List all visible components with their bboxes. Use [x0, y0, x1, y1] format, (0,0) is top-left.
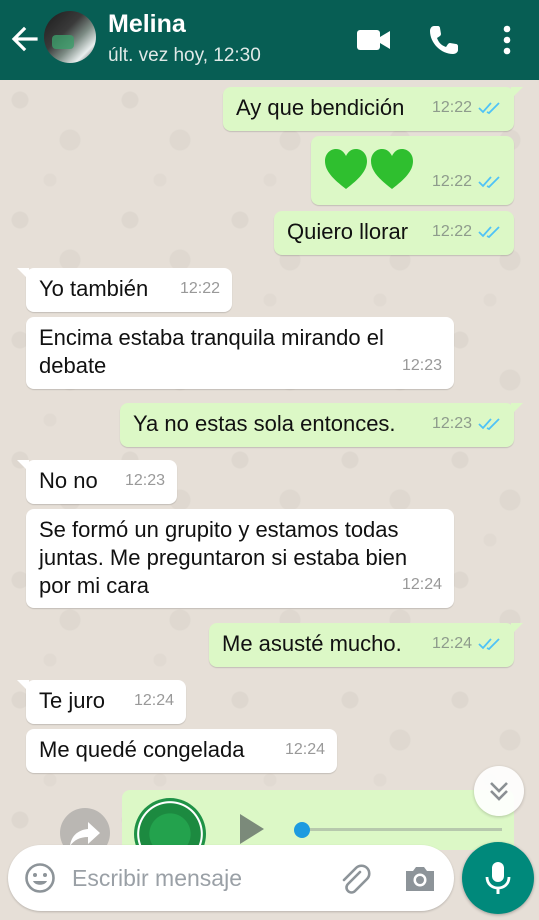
message-bubble-outgoing[interactable]: Ay que bendición 12:22: [223, 87, 523, 131]
more-vertical-icon: [503, 25, 511, 55]
message-meta: 12:24: [432, 630, 502, 658]
message-meta: 12:22: [432, 218, 502, 246]
play-icon[interactable]: [234, 812, 268, 846]
message-text: Me quedé congelada: [39, 737, 245, 762]
message-time: 12:24: [133, 692, 174, 709]
voice-progress-track[interactable]: [302, 828, 502, 831]
video-call-button[interactable]: [354, 20, 394, 60]
double-check-read-icon: [478, 418, 500, 430]
message-line: Encima estaba tranquila mirando el: [39, 325, 384, 350]
voice-call-button[interactable]: [424, 20, 464, 60]
message-time: 12:24: [431, 635, 472, 652]
message-bubble-incoming[interactable]: Se formó un grupito y estamos todas junt…: [26, 509, 454, 608]
message-time: 12:24: [401, 576, 442, 593]
message-line: por mi cara: [39, 573, 150, 598]
contact-avatar[interactable]: [44, 11, 96, 63]
contact-name[interactable]: Melina: [108, 10, 186, 39]
green-heart-icon: [371, 149, 413, 189]
message-time: 12:23: [431, 415, 472, 432]
overflow-menu-button[interactable]: [490, 20, 530, 60]
message-bubble-outgoing[interactable]: Quiero llorar 12:22: [274, 211, 514, 255]
message-meta: 12:23: [432, 410, 502, 438]
message-time: 12:23: [401, 357, 442, 374]
bubble-tail: [511, 623, 523, 635]
message-bubble-incoming[interactable]: Yo también 12:22: [17, 268, 232, 312]
message-text: Se formó un grupito y estamos todas junt…: [39, 516, 407, 600]
emoji-icon[interactable]: [24, 862, 56, 894]
message-bubble-outgoing[interactable]: 12:22: [311, 136, 514, 205]
message-text: Quiero llorar: [287, 219, 409, 244]
message-time: 12:24: [284, 741, 325, 758]
chevron-double-down-icon: [490, 782, 508, 801]
voice-record-button[interactable]: [462, 842, 534, 914]
message-time: 12:23: [124, 472, 165, 489]
message-time: 12:22: [179, 280, 220, 297]
camera-icon[interactable]: [402, 861, 438, 897]
message-text: Ya no estas sola entonces.: [133, 411, 396, 436]
message-text: No no: [39, 468, 98, 493]
message-text: Te juro: [39, 688, 106, 713]
message-emoji: [323, 147, 415, 191]
message-time: 12:22: [431, 99, 472, 116]
message-bubble-incoming[interactable]: No no 12:23: [17, 460, 177, 504]
bubble-tail: [511, 403, 523, 415]
microphone-icon: [485, 862, 511, 894]
message-bubble-incoming[interactable]: Encima estaba tranquila mirando el debat…: [26, 317, 454, 389]
message-line: juntas. Me preguntaron si estaba bien: [39, 545, 408, 570]
arrow-left-icon: [11, 26, 38, 52]
message-time: 12:22: [431, 223, 472, 240]
double-check-read-icon: [478, 226, 500, 238]
message-bubble-incoming[interactable]: Te juro 12:24: [17, 680, 186, 724]
message-text: Yo también: [39, 276, 149, 301]
message-bubble-incoming[interactable]: Me quedé congelada 12:24: [26, 729, 337, 773]
message-input[interactable]: [72, 858, 332, 898]
voice-progress-handle[interactable]: [294, 822, 310, 838]
message-text: Encima estaba tranquila mirando el debat…: [39, 324, 384, 380]
double-check-read-icon: [478, 176, 500, 188]
scroll-to-bottom-button[interactable]: [474, 766, 524, 816]
bubble-tail: [511, 87, 523, 99]
message-bubble-outgoing[interactable]: Me asusté mucho. 12:24: [209, 623, 523, 667]
bubble-tail: [17, 268, 29, 280]
chat-header: Melina últ. vez hoy, 12:30: [0, 0, 539, 80]
double-check-read-icon: [478, 638, 500, 650]
message-text: Me asusté mucho.: [222, 631, 402, 656]
message-bubble-outgoing[interactable]: Ya no estas sola entonces. 12:23: [120, 403, 523, 447]
message-line: Se formó un grupito y estamos todas: [39, 517, 399, 542]
double-check-read-icon: [478, 102, 500, 114]
message-meta: 12:22: [432, 168, 502, 196]
voice-message-bubble[interactable]: [122, 790, 514, 870]
message-line: debate: [39, 353, 107, 378]
back-button[interactable]: [8, 22, 40, 56]
bubble-tail: [17, 460, 29, 472]
last-seen-status: últ. vez hoy, 12:30: [108, 45, 261, 66]
message-text: Ay que bendición: [236, 95, 405, 120]
phone-icon: [430, 26, 458, 54]
bubble-tail: [17, 680, 29, 692]
message-composer: [8, 845, 454, 911]
video-camera-icon: [357, 30, 390, 50]
paperclip-icon[interactable]: [336, 861, 372, 897]
message-time: 12:22: [431, 173, 472, 190]
green-heart-icon: [325, 149, 367, 189]
message-meta: 12:22: [432, 94, 502, 122]
